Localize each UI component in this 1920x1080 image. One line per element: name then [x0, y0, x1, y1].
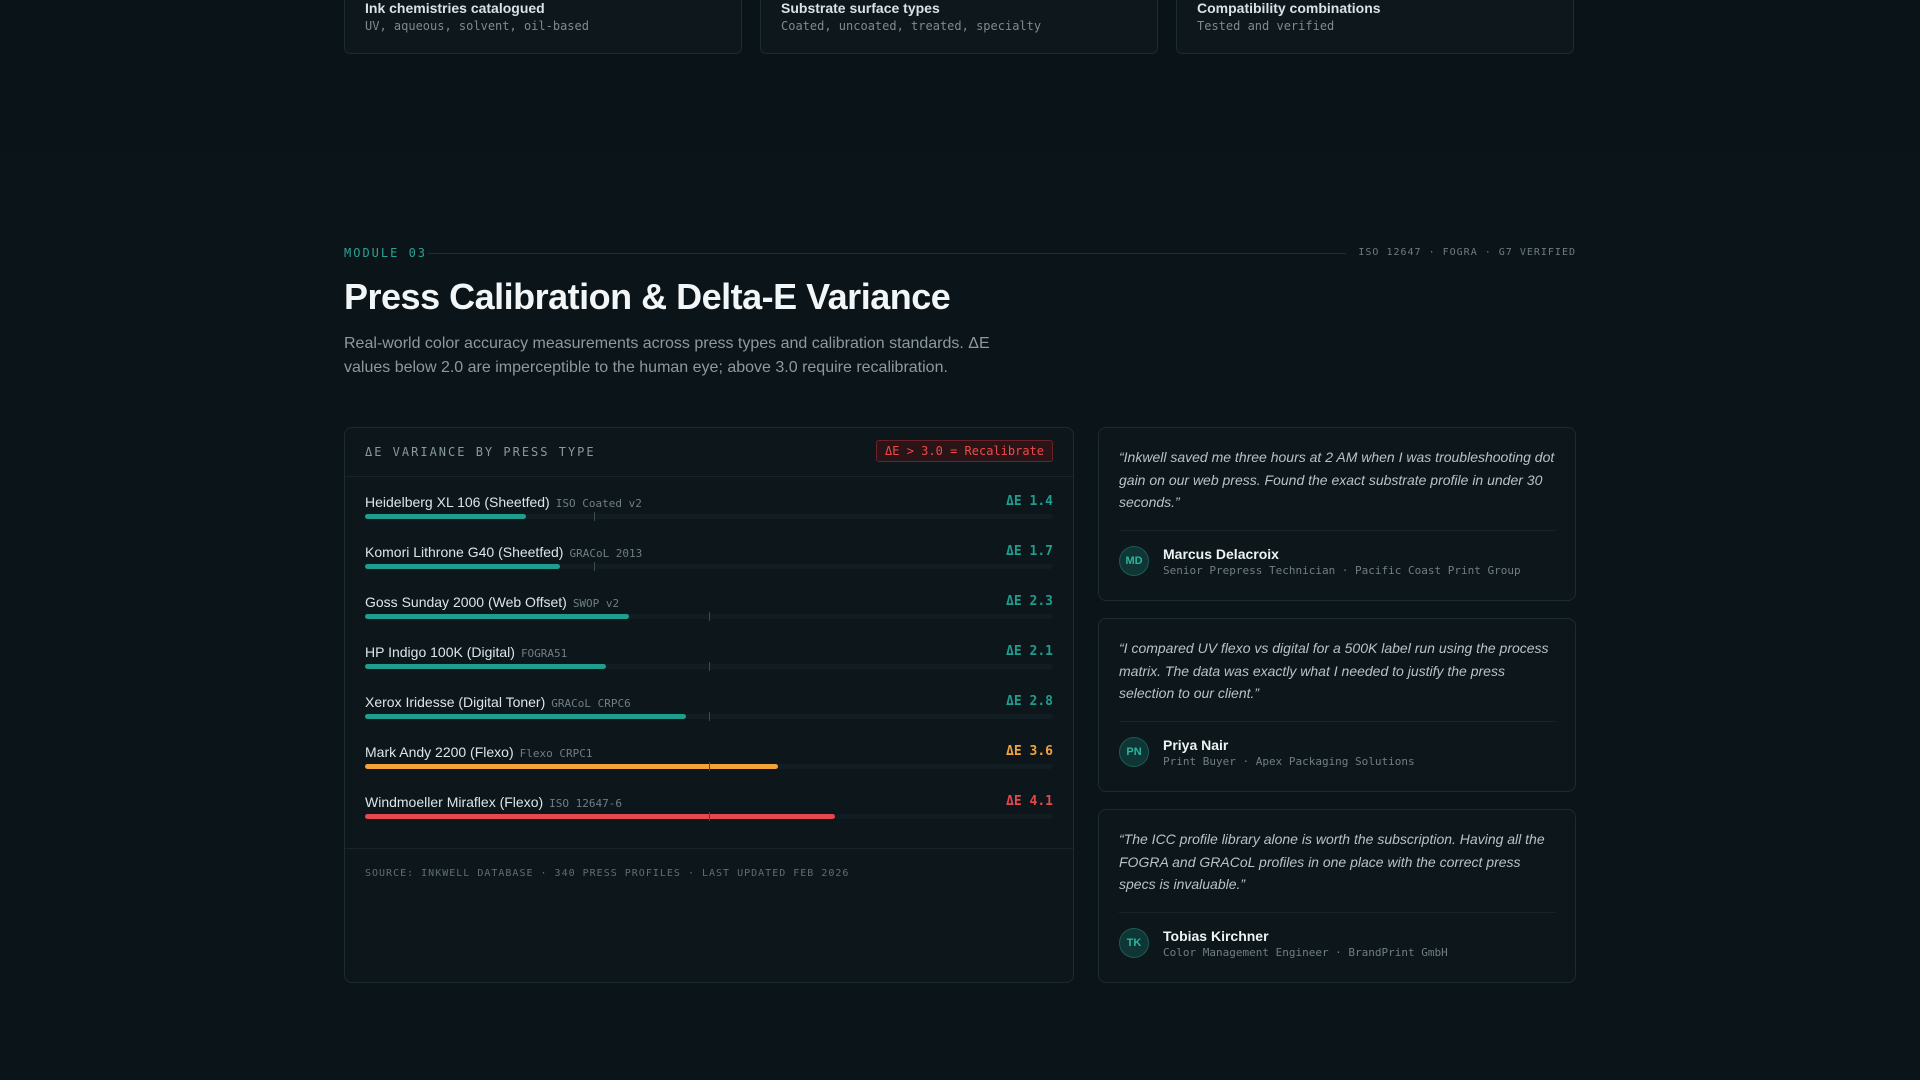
- press-row: Goss Sunday 2000 (Web Offset) SWOP v2 ΔE 2…: [365, 594, 1053, 644]
- press-label: Heidelberg XL 106 (Sheetfed): [365, 494, 550, 510]
- testimonial-card: “Inkwell saved me three hours at 2 AM wh…: [1098, 427, 1576, 601]
- tolerance-tick: [709, 762, 710, 771]
- tolerance-tick: [709, 612, 710, 621]
- chart-source: SOURCE: INKWELL DATABASE · 340 PRESS PRO…: [365, 868, 850, 879]
- tolerance-tick: [594, 512, 596, 521]
- tolerance-tick: [709, 712, 710, 721]
- testimonial-divider: [1119, 912, 1555, 913]
- testimonial-role: Color Management Engineer · BrandPrint G…: [1163, 946, 1448, 959]
- stats-band: Ink chemistries catalogued UV, aqueous, …: [0, 0, 1920, 150]
- avatar: MD: [1119, 546, 1149, 576]
- press-label: HP Indigo 100K (Digital): [365, 644, 515, 660]
- chart-divider: [345, 848, 1073, 849]
- delta-e-bar: [365, 514, 526, 519]
- tolerance-tick: [709, 662, 710, 671]
- delta-e-bar: [365, 614, 629, 619]
- tolerance-tick: [709, 812, 710, 821]
- page-title: Press Calibration & Delta-E Variance: [344, 276, 951, 317]
- press-standard: GRACoL 2013: [569, 547, 643, 560]
- avatar: TK: [1119, 928, 1149, 958]
- stat-sub: UV, aqueous, solvent, oil-based: [365, 19, 589, 33]
- testimonial-name: Marcus Delacroix: [1163, 546, 1279, 562]
- chart-header: ΔE VARIANCE BY PRESS TYPE ΔE > 3.0 = Rec…: [345, 428, 1073, 477]
- bar-track: [365, 812, 1053, 821]
- stat-card-substrate: Substrate surface types Coated, uncoated…: [760, 0, 1158, 54]
- module-divider: [428, 253, 1346, 254]
- delta-e-bar: [365, 764, 778, 769]
- chart-rows: Heidelberg XL 106 (Sheetfed) ISO Coated v…: [365, 494, 1053, 844]
- press-name: Komori Lithrone G40 (Sheetfed) GRACoL 201…: [365, 544, 642, 560]
- avatar: PN: [1119, 737, 1149, 767]
- testimonial-role: Print Buyer · Apex Packaging Solutions: [1163, 755, 1415, 768]
- delta-e-bar: [365, 714, 687, 719]
- delta-e-value: ΔE 1.4: [1006, 494, 1053, 509]
- press-label: Xerox Iridesse (Digital Toner): [365, 694, 546, 710]
- bar-track: [365, 512, 1053, 521]
- bar-track: [365, 712, 1053, 721]
- press-row: Mark Andy 2200 (Flexo) Flexo CRPC1 ΔE 3.6: [365, 744, 1053, 794]
- module-meta: ISO 12647 · FOGRA · G7 VERIFIED: [1358, 247, 1576, 258]
- press-standard: ISO Coated v2: [555, 497, 642, 510]
- press-standard: Flexo CRPC1: [519, 747, 593, 760]
- press-label: Mark Andy 2200 (Flexo): [365, 744, 514, 760]
- delta-e-value: ΔE 2.3: [1006, 594, 1053, 609]
- press-standard: ISO 12647-6: [549, 797, 623, 810]
- stat-label: Ink chemistries catalogued: [365, 0, 545, 16]
- delta-e-chart-panel: ΔE VARIANCE BY PRESS TYPE ΔE > 3.0 = Rec…: [344, 427, 1074, 983]
- press-row: Windmoeller Miraflex (Flexo) ISO 12647-6 Δ…: [365, 794, 1053, 844]
- chart-title: ΔE VARIANCE BY PRESS TYPE: [365, 445, 596, 459]
- page-description: Real-world color accuracy measurements a…: [344, 335, 990, 376]
- recalibrate-badge: ΔE > 3.0 = Recalibrate: [876, 440, 1053, 462]
- delta-e-value: ΔE 4.1: [1006, 794, 1053, 809]
- delta-e-bar: [365, 564, 560, 569]
- press-standard: FOGRA51: [520, 647, 568, 660]
- testimonial-card: “I compared UV flexo vs digital for a 50…: [1098, 618, 1576, 792]
- stat-label: Compatibility combinations: [1197, 0, 1381, 16]
- testimonial-quote: “Inkwell saved me three hours at 2 AM wh…: [1119, 449, 1555, 510]
- testimonial-quote: “The ICC profile library alone is worth …: [1119, 831, 1545, 892]
- delta-e-bar: [365, 664, 606, 669]
- stat-sub: Tested and verified: [1197, 19, 1335, 33]
- delta-e-value: ΔE 2.8: [1006, 694, 1053, 709]
- testimonial-divider: [1119, 721, 1555, 722]
- stat-card-compatibility: Compatibility combinations Tested and ve…: [1176, 0, 1574, 54]
- testimonial-divider: [1119, 530, 1555, 531]
- press-row: Xerox Iridesse (Digital Toner) GRACoL CRP…: [365, 694, 1053, 744]
- stat-label: Substrate surface types: [781, 0, 940, 16]
- module-header: MODULE 03 ISO 12647 · FOGRA · G7 VERIFIE…: [344, 246, 1576, 262]
- module-label: MODULE 03: [344, 246, 428, 260]
- press-row: Komori Lithrone G40 (Sheetfed) GRACoL 201…: [365, 544, 1053, 594]
- stat-card-ink: Ink chemistries catalogued UV, aqueous, …: [344, 0, 742, 54]
- delta-e-value: ΔE 1.7: [1006, 544, 1053, 559]
- testimonial-name: Tobias Kirchner: [1163, 928, 1269, 944]
- testimonial-name: Priya Nair: [1163, 737, 1229, 753]
- testimonial-card: “The ICC profile library alone is worth …: [1098, 809, 1576, 983]
- bar-track: [365, 762, 1053, 771]
- delta-e-bar: [365, 814, 836, 819]
- delta-e-value: ΔE 2.1: [1006, 644, 1053, 659]
- press-name: Heidelberg XL 106 (Sheetfed) ISO Coated v…: [365, 494, 642, 510]
- press-name: Goss Sunday 2000 (Web Offset) SWOP v2: [365, 594, 619, 610]
- bar-track: [365, 612, 1053, 621]
- testimonial-quote: “I compared UV flexo vs digital for a 50…: [1119, 640, 1549, 701]
- press-name: HP Indigo 100K (Digital) FOGRA51: [365, 644, 567, 660]
- tolerance-tick: [594, 562, 596, 571]
- press-name: Mark Andy 2200 (Flexo) Flexo CRPC1: [365, 744, 592, 760]
- stat-sub: Coated, uncoated, treated, specialty: [781, 19, 1042, 33]
- press-label: Goss Sunday 2000 (Web Offset): [365, 594, 567, 610]
- press-row: Heidelberg XL 106 (Sheetfed) ISO Coated v…: [365, 494, 1053, 544]
- press-standard: GRACoL CRPC6: [551, 697, 631, 710]
- bar-track: [365, 662, 1053, 671]
- bar-track: [365, 562, 1053, 571]
- press-name: Windmoeller Miraflex (Flexo) ISO 12647-6: [365, 794, 622, 810]
- delta-e-value: ΔE 3.6: [1006, 744, 1053, 759]
- press-label: Windmoeller Miraflex (Flexo): [365, 794, 544, 810]
- press-name: Xerox Iridesse (Digital Toner) GRACoL CRP…: [365, 694, 631, 710]
- testimonial-role: Senior Prepress Technician · Pacific Coa…: [1163, 564, 1521, 577]
- press-row: HP Indigo 100K (Digital) FOGRA51 ΔE 2.1: [365, 644, 1053, 694]
- press-standard: SWOP v2: [572, 597, 620, 610]
- press-label: Komori Lithrone G40 (Sheetfed): [365, 544, 564, 560]
